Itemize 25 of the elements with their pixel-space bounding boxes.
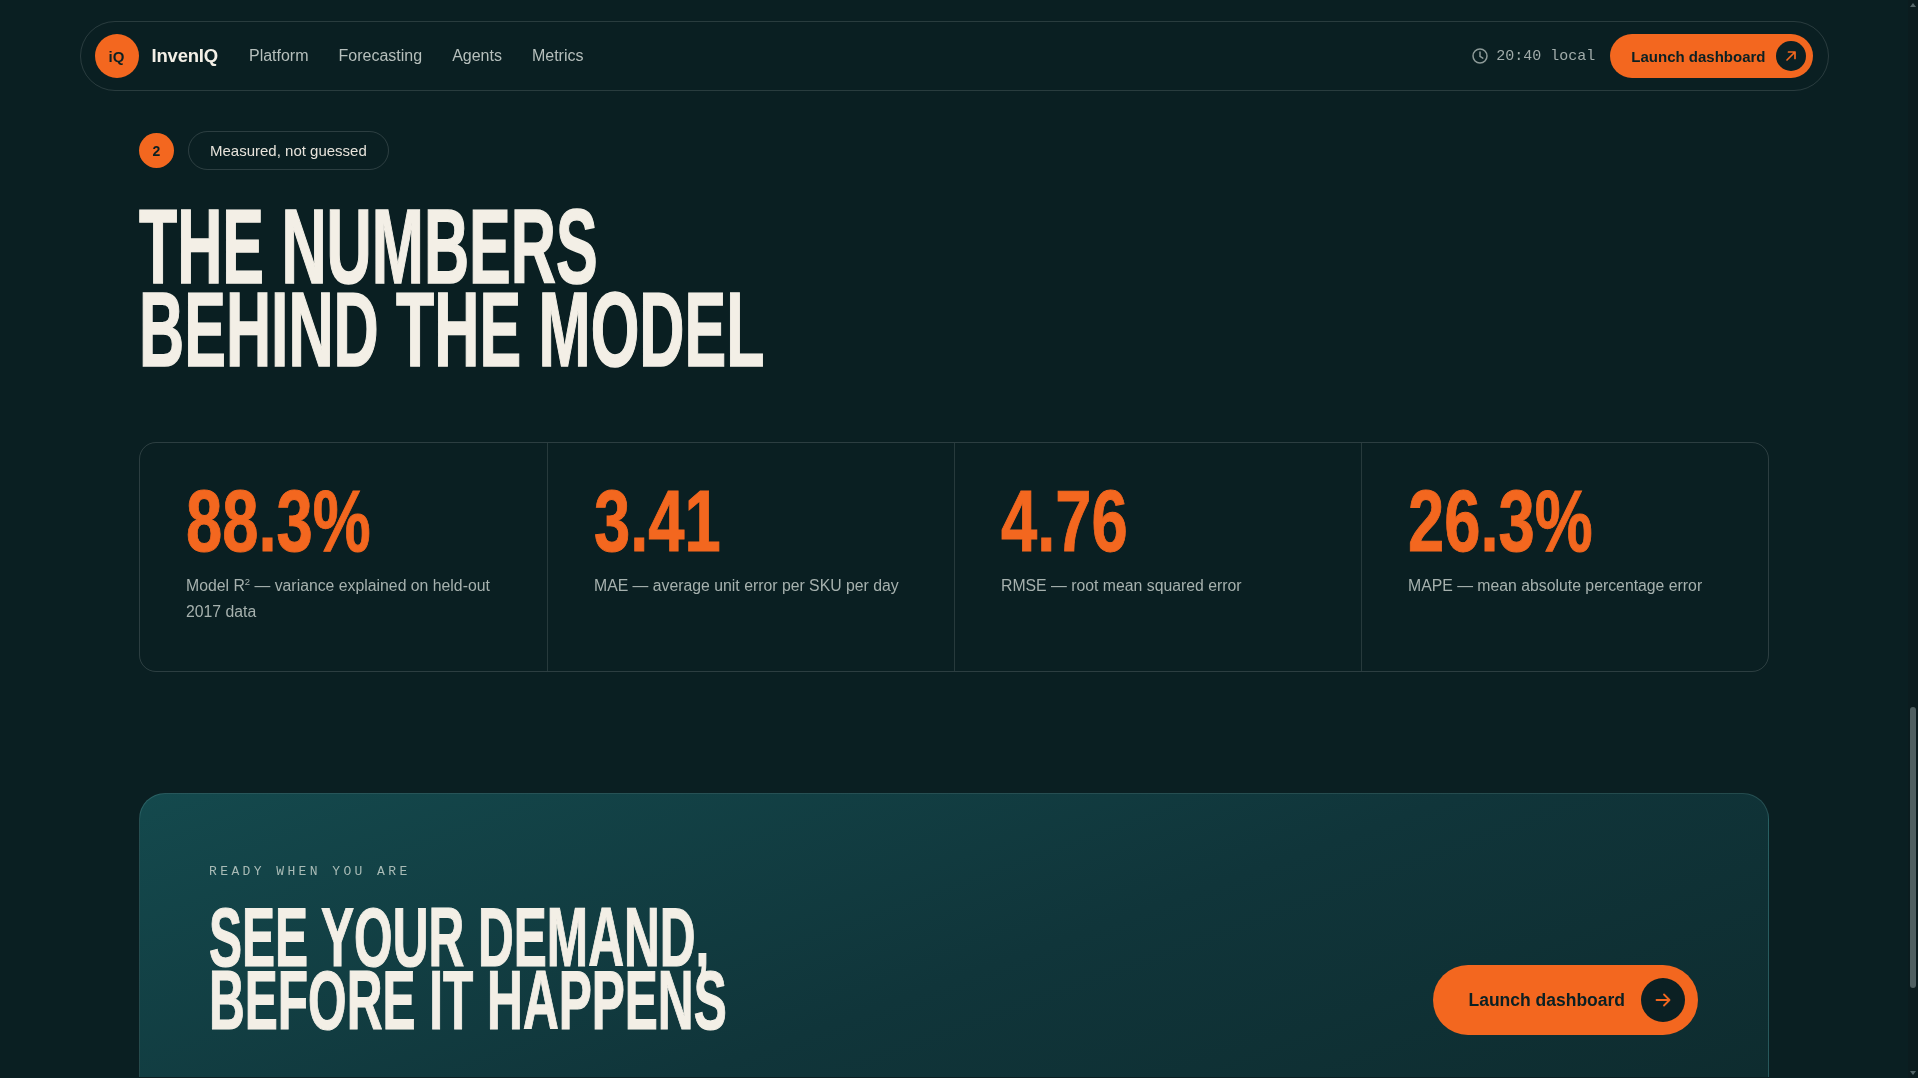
stat-value: 3.41 (594, 477, 721, 565)
stat-description: Model R$^{2}$ — variance explained on held-out 2017 data (186, 574, 491, 622)
eyebrow-label: READY WHEN YOU ARE (209, 864, 411, 880)
section-heading: THE NUMBERS BEHIND THE MODEL (139, 205, 765, 371)
stat-description: MAPE — mean absolute percentage error (1408, 576, 1704, 596)
arrow-right-icon (1641, 978, 1685, 1022)
clock-icon (1472, 48, 1489, 64)
brand-name[interactable]: InvenIQ (151, 45, 218, 67)
logo-mark[interactable]: iQ (94, 34, 139, 78)
nav-link[interactable]: Forecasting (338, 47, 423, 65)
scrollbar-thumb[interactable] (1910, 707, 1916, 988)
arrow-up-right-icon (1775, 41, 1806, 71)
stat-value: 4.76 (1001, 477, 1128, 565)
stat-description: RMSE — root mean squared error (1001, 576, 1243, 596)
stat-value: 88.3% (186, 477, 371, 565)
stat-value: 26.3% (1408, 477, 1593, 565)
step-number: 2 (139, 133, 174, 168)
cta-heading: SEE YOUR DEMAND, BEFORE IT HAPPENS (209, 906, 727, 1035)
launch-dashboard-button[interactable]: Launch dashboard (1433, 965, 1698, 1035)
nav-link[interactable]: Agents (452, 47, 502, 65)
nav-link[interactable]: Metrics (531, 47, 584, 65)
launch-dashboard-button[interactable]: Launch dashboard (1610, 34, 1813, 78)
stat-description: MAE — average unit error per SKU per day (594, 576, 900, 596)
clock-time: 20:40 local (1496, 47, 1596, 65)
nav-link[interactable]: Platform (248, 47, 309, 65)
